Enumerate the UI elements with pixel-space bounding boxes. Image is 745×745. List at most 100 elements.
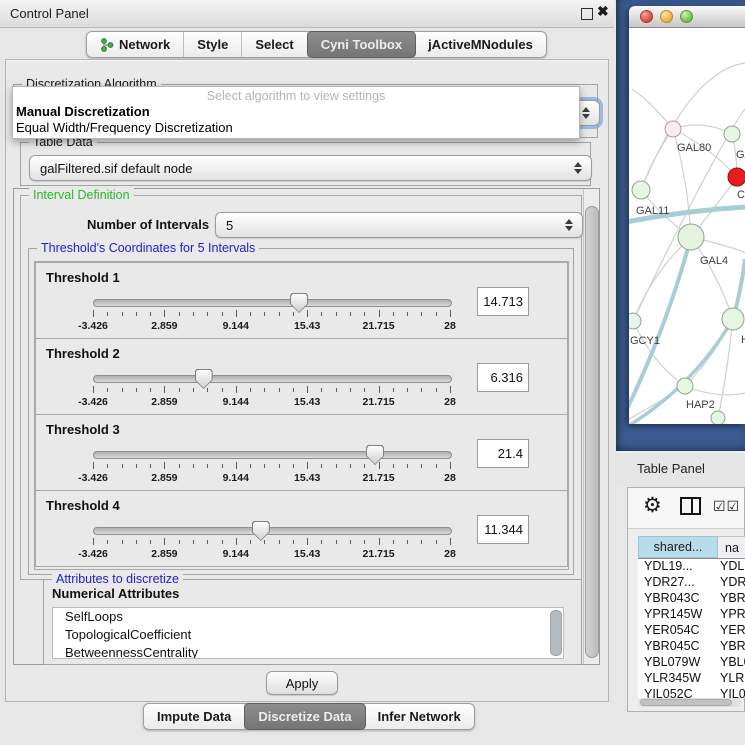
control-panel-titlebar: Control Panel ✖ [0, 0, 614, 28]
option-manual-discretization[interactable]: Manual Discretization [16, 104, 150, 119]
network-edge [691, 237, 733, 319]
slider-track[interactable] [93, 299, 452, 307]
table-data-combobox[interactable]: galFiltered.sif default node [29, 155, 592, 181]
zoom-traffic-light-icon[interactable] [680, 10, 693, 23]
threshold-2-slider: -3.4262.8599.14415.4321.71528 [93, 369, 450, 411]
network-node[interactable] [665, 121, 681, 137]
node-label: GAL80 [677, 142, 711, 154]
threshold-row-3: Threshold 3 -3.4262.8599.14415.4321.7152… [35, 414, 568, 491]
table-row[interactable]: YBR045CYBR0 [638, 638, 745, 654]
network-edge [633, 237, 691, 321]
column-header-name[interactable]: na [718, 536, 745, 558]
table-data-group: Table Data galFiltered.sif default node [20, 142, 591, 186]
gear-icon[interactable]: ⚙ [643, 493, 662, 518]
network-node[interactable] [678, 224, 704, 250]
table-row[interactable]: YER054CYER0 [638, 622, 745, 638]
network-edge [632, 89, 673, 129]
table-row[interactable]: YDL19...YDL1 [638, 558, 745, 574]
top-tabstrip: Network Style Select Cyni Toolbox jActiv… [86, 31, 547, 58]
network-node[interactable] [629, 313, 641, 329]
algorithm-dropdown-popup: Select algorithm to view settings Manual… [12, 86, 580, 139]
network-node[interactable] [722, 308, 744, 330]
tab-impute-data[interactable]: Impute Data [144, 704, 245, 729]
node-table: shared... na YDL19...YDL1YDR27...YDR2YBR… [638, 536, 745, 698]
split-columns-icon[interactable] [680, 497, 701, 515]
number-of-intervals-value: 5 [226, 218, 233, 233]
tab-cyni-toolbox[interactable]: Cyni Toolbox [307, 31, 416, 58]
table-row[interactable]: YPR145WYPR1 [638, 606, 745, 622]
tab-jactivemnodules[interactable]: jActiveMNodules [415, 32, 546, 57]
app-root: Control Panel ✖ Network Style Select Cyn… [0, 0, 745, 745]
network-node[interactable] [677, 378, 693, 394]
list-item[interactable]: BetweennessCentrality [53, 644, 563, 659]
threshold-4-slider: -3.4262.8599.14415.4321.71528 [93, 521, 450, 563]
slider-tick-labels: -3.4262.8599.14415.4321.71528 [93, 320, 450, 333]
tab-network[interactable]: Network [87, 32, 184, 57]
table-row[interactable]: YBR043CYBR0 [638, 590, 745, 606]
tab-style[interactable]: Style [184, 32, 242, 57]
float-window-icon[interactable] [581, 8, 593, 20]
slider-track[interactable] [93, 527, 452, 535]
network-node[interactable] [632, 181, 650, 199]
tab-network-label: Network [119, 37, 170, 52]
network-view-frame: GAL80GACGAL11GAL4GCY1HHAP2 [616, 0, 745, 451]
network-window: GAL80GACGAL11GAL4GCY1HHAP2 [629, 6, 745, 424]
table-hscrollbar-thumb[interactable] [640, 699, 732, 706]
table-rows: YDL19...YDL1YDR27...YDR2YBR043CYBR0YPR14… [638, 558, 745, 698]
network-node[interactable] [728, 168, 745, 186]
table-row[interactable]: YLR345WYLR3 [638, 670, 745, 686]
bottom-tabstrip: Impute Data Discretize Data Infer Networ… [143, 703, 475, 730]
numerical-attributes-list[interactable]: SelfLoopsTopologicalCoefficientBetweenne… [52, 607, 564, 659]
settings-vscrollbar-thumb[interactable] [585, 206, 599, 658]
close-traffic-light-icon[interactable] [640, 10, 653, 23]
node-label: GCY1 [630, 335, 660, 347]
threshold-2-label: Threshold 2 [46, 346, 120, 361]
slider-ticks [93, 462, 450, 471]
network-node[interactable] [724, 126, 740, 142]
attributes-list-scrollbar[interactable] [550, 610, 561, 656]
tab-cyni-toolbox-label: Cyni Toolbox [321, 37, 402, 52]
threshold-4-label: Threshold 4 [46, 498, 120, 513]
tab-infer-network[interactable]: Infer Network [365, 704, 474, 729]
column-header-shared[interactable]: shared... [638, 536, 718, 558]
minimize-traffic-light-icon[interactable] [660, 10, 673, 23]
table-hscrollbar[interactable] [638, 698, 742, 707]
network-node[interactable] [711, 411, 725, 424]
slider-track[interactable] [93, 451, 452, 459]
apply-button[interactable]: Apply [266, 671, 338, 695]
network-edge [641, 129, 673, 190]
slider-ticks [93, 310, 450, 319]
numerical-attributes-label: Numerical Attributes [52, 586, 179, 601]
slider-ticks [93, 386, 450, 395]
settings-scrollpane: Interval Definition Number of Intervals … [13, 188, 600, 665]
slider-tick-labels: -3.4262.8599.14415.4321.71528 [93, 472, 450, 485]
table-row[interactable]: YBL079WYBL0 [638, 654, 745, 670]
threshold-2-value[interactable]: 6.316 [477, 363, 529, 392]
node-label: HAP2 [686, 399, 715, 411]
checkbox-icons[interactable]: ☑☑ [713, 498, 740, 515]
option-equal-width-frequency[interactable]: Equal Width/Frequency Discretization [16, 120, 233, 135]
list-item[interactable]: SelfLoops [53, 608, 563, 626]
threshold-1-value[interactable]: 14.713 [477, 287, 529, 316]
table-header-row: shared... na [638, 536, 745, 559]
table-row[interactable]: YIL052CYIL0 [638, 686, 745, 698]
settings-vscrollbar[interactable] [583, 189, 599, 664]
network-canvas[interactable]: GAL80GACGAL11GAL4GCY1HHAP2 [629, 28, 745, 424]
tab-discretize-data[interactable]: Discretize Data [244, 703, 365, 730]
list-item[interactable]: TopologicalCoefficient [53, 626, 563, 644]
threshold-4-value[interactable]: 11.344 [477, 515, 529, 544]
slider-track[interactable] [93, 375, 452, 383]
threshold-3-label: Threshold 3 [46, 422, 120, 437]
network-edge [685, 386, 745, 395]
network-window-titlebar [629, 6, 745, 28]
tab-impute-data-label: Impute Data [157, 709, 231, 724]
tab-select[interactable]: Select [242, 32, 307, 57]
table-row[interactable]: YDR27...YDR2 [638, 574, 745, 590]
node-label: C [737, 189, 745, 201]
table-panel-titlebar: Table Panel [616, 452, 745, 486]
close-icon[interactable]: ✖ [597, 3, 609, 20]
number-of-intervals-combobox[interactable]: 5 [215, 212, 583, 238]
threshold-3-value[interactable]: 21.4 [477, 439, 529, 468]
attr-items: SelfLoopsTopologicalCoefficientBetweenne… [53, 608, 563, 659]
control-panel-window: Control Panel ✖ Network Style Select Cyn… [0, 0, 614, 745]
